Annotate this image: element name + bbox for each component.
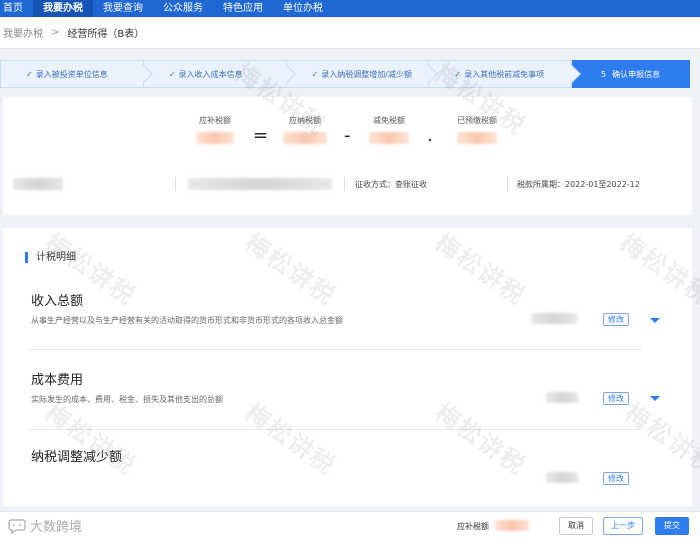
chevron-down-icon[interactable]: [650, 396, 660, 401]
cost-expense-value-redacted: [546, 392, 578, 403]
collection-method-label: 征收方式：: [355, 179, 395, 189]
income-total-value-redacted: [531, 313, 577, 324]
submit-button[interactable]: 提交: [655, 517, 689, 535]
chat-bubble-icon: [8, 518, 26, 534]
nav-item-featured-apps[interactable]: 特色应用: [213, 0, 273, 17]
divider: [507, 177, 508, 191]
step-2[interactable]: ✓ 录入收入成本信息: [143, 60, 296, 88]
due-amount-value-redacted: [196, 132, 234, 144]
breadcrumb-current: 经营所得（B表）: [67, 29, 145, 40]
cancel-button[interactable]: 取消: [559, 517, 593, 535]
reduction-amount-item: 减免税额: [349, 115, 429, 148]
tax-adjust-decrease-value-redacted: [546, 472, 578, 483]
step-label: 录入纳税调整增加/减少额: [321, 69, 412, 79]
footer-due-value-redacted: [495, 520, 529, 531]
step-1[interactable]: ✓ 录入被投资单位信息: [0, 60, 153, 88]
row-title: 收入总额: [31, 294, 84, 309]
payable-amount-label: 应纳税额: [289, 116, 321, 125]
step-label: 录入收入成本信息: [178, 69, 243, 79]
row-title: 纳税调整减少额: [31, 450, 123, 465]
income-edit-button[interactable]: 修改: [603, 313, 629, 326]
check-icon: ✓: [168, 69, 176, 79]
tax-period-value: 2022-01至2022-12: [565, 179, 640, 189]
check-icon: ✓: [311, 69, 319, 79]
footer-due-label: 应补税额: [457, 522, 489, 531]
row-title: 成本费用: [31, 373, 84, 388]
due-amount-label: 应补税额: [199, 116, 231, 125]
payable-amount-item: 应纳税额: [265, 115, 345, 148]
dot-sign: .: [427, 125, 433, 146]
divider: [344, 177, 345, 191]
due-amount-item: 应补税额: [175, 115, 255, 148]
row-divider: [28, 349, 642, 350]
check-icon: ✓: [454, 69, 462, 79]
step-label: 录入其他税前减免事项: [464, 69, 545, 79]
reduction-amount-value-redacted: [369, 132, 409, 144]
step-3[interactable]: ✓ 录入纳税调整增加/减少额: [286, 60, 439, 88]
nav-item-tax-handling[interactable]: 我要办税: [33, 0, 93, 17]
step-5-current: 5 确认申报信息: [572, 60, 690, 88]
row-divider: [28, 429, 642, 430]
logo-text: 大数跨境: [30, 520, 83, 535]
breadcrumb: 我要办税 > 经营所得（B表）: [0, 17, 700, 49]
bottom-action-bar: 大数跨境 应补税额 取消 上一步 提交: [0, 511, 700, 540]
chevron-down-icon[interactable]: [650, 318, 660, 323]
tax-formula-panel: 应补税额 = 应纳税额 - 减免税额 . 已预缴税额 征收方式： 查账征收 税款…: [3, 97, 692, 215]
tax-adjust-decrease-row: 纳税调整减少额: [31, 446, 641, 465]
nav-item-home[interactable]: 首页: [0, 0, 33, 17]
nav-item-query[interactable]: 我要查询: [93, 0, 153, 17]
step-4[interactable]: ✓ 录入其他税前减免事项: [429, 60, 582, 88]
collection-method-value: 查账征收: [395, 179, 427, 189]
step-label: 确认申报信息: [612, 69, 661, 79]
prepaid-amount-item: 已预缴税额: [437, 115, 517, 148]
section-title: 计税明细: [25, 252, 76, 263]
breadcrumb-parent-link[interactable]: 我要办税: [3, 25, 43, 40]
nav-item-public-service[interactable]: 公众服务: [153, 0, 213, 17]
breadcrumb-separator: >: [51, 27, 60, 38]
cost-edit-button[interactable]: 修改: [603, 392, 629, 405]
logo: 大数跨境: [8, 516, 82, 535]
tax-adjust-edit-button[interactable]: 修改: [603, 472, 629, 485]
nav-item-unit-tax[interactable]: 单位办税: [273, 0, 333, 17]
step-progress: ✓ 录入被投资单位信息 ✓ 录入收入成本信息 ✓ 录入纳税调整增加/减少额 ✓ …: [0, 60, 690, 88]
payable-amount-value-redacted: [283, 132, 327, 144]
declaration-info-row: 征收方式： 查账征收 税款所属期： 2022-01至2022-12: [3, 172, 692, 196]
divider: [175, 177, 176, 191]
calculation-detail-panel: 计税明细 收入总额 从事生产经营以及与生产经营有关的活动取得的货币形式和非货币形…: [3, 228, 692, 506]
tax-period-label: 税款所属期：: [517, 179, 565, 189]
step-number: 5: [601, 69, 607, 79]
previous-step-button[interactable]: 上一步: [603, 517, 643, 535]
step-label: 录入被投资单位信息: [35, 69, 108, 79]
check-icon: ✓: [26, 69, 33, 79]
top-nav: 首页 我要办税 我要查询 公众服务 特色应用 单位办税: [0, 0, 700, 17]
taxpayer-id-redacted: [188, 178, 332, 190]
taxpayer-name-redacted: [13, 178, 63, 190]
reduction-amount-label: 减免税额: [373, 116, 405, 125]
prepaid-amount-label: 已预缴税额: [457, 116, 497, 125]
prepaid-amount-value-redacted: [457, 132, 497, 144]
